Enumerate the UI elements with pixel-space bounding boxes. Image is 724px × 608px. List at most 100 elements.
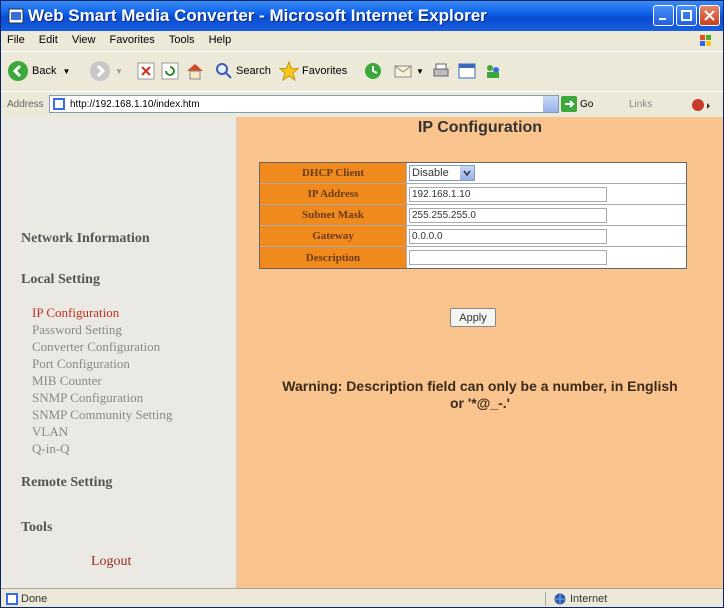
history-button[interactable] — [363, 58, 383, 84]
nav-snmp-configuration[interactable]: SNMP Configuration — [32, 390, 143, 406]
menu-file[interactable]: File — [1, 31, 30, 46]
home-button[interactable] — [185, 58, 205, 84]
nav-mib-counter[interactable]: MIB Counter — [32, 373, 102, 389]
nav-tools[interactable]: Tools — [21, 520, 52, 536]
toolbar-extra-icon[interactable] — [691, 97, 713, 113]
ip-config-table: DHCP Client Disable IP Address Subnet Ma… — [259, 162, 687, 269]
go-button[interactable]: Go — [561, 96, 593, 112]
nav-q-in-q[interactable]: Q-in-Q — [32, 441, 70, 457]
warning-line-1: Warning: Description field can only be a… — [282, 378, 678, 394]
status-bar: Done Internet — [1, 588, 723, 607]
main-panel: IP Configuration DHCP Client Disable IP … — [237, 117, 723, 588]
address-label: Address — [7, 99, 44, 110]
menu-edit[interactable]: Edit — [33, 31, 63, 46]
nav-remote-setting[interactable]: Remote Setting — [21, 475, 112, 491]
star-icon — [279, 61, 299, 81]
toolbar: Back ▼ ▼ Search Favorites ▼ — [1, 51, 723, 92]
go-label: Go — [580, 98, 594, 110]
description-field[interactable] — [409, 250, 607, 265]
ie-app-icon — [8, 8, 24, 24]
window-title: Web Smart Media Converter - Microsoft In… — [28, 6, 487, 25]
subnet-mask-field[interactable] — [409, 207, 607, 223]
apply-button[interactable]: Apply — [450, 308, 496, 327]
chevron-down-icon[interactable] — [460, 166, 474, 180]
browser-window: Web Smart Media Converter - Microsoft In… — [0, 0, 724, 608]
search-label: Search — [236, 65, 271, 77]
print-button[interactable] — [431, 58, 451, 84]
gateway-label: Gateway — [260, 226, 407, 246]
search-button[interactable]: Search — [215, 58, 271, 84]
address-url: http://192.168.1.10/index.htm — [70, 99, 200, 110]
menu-help[interactable]: Help — [203, 31, 237, 46]
search-icon — [216, 63, 232, 79]
left-nav: Network Information Local Setting IP Con… — [1, 117, 237, 588]
stop-button[interactable] — [137, 58, 155, 84]
page-content: Network Information Local Setting IP Con… — [1, 117, 723, 588]
warning-message: Warning: Description field can only be a… — [237, 378, 723, 412]
dhcp-select[interactable]: Disable — [409, 165, 475, 181]
nav-converter-configuration[interactable]: Converter Configuration — [32, 339, 160, 355]
zone-label: Internet — [570, 593, 608, 605]
title-bar: Web Smart Media Converter - Microsoft In… — [1, 1, 723, 31]
globe-icon — [554, 593, 566, 605]
gateway-field[interactable] — [409, 228, 607, 244]
forward-arrow-icon — [90, 61, 110, 81]
back-arrow-icon — [8, 61, 28, 81]
mail-button[interactable]: ▼ — [393, 58, 424, 84]
page-title: IP Configuration — [417, 119, 543, 136]
menu-favorites[interactable]: Favorites — [104, 31, 160, 46]
favorites-label: Favorites — [302, 65, 348, 77]
mail-icon — [394, 65, 412, 78]
messenger-icon — [487, 65, 499, 78]
printer-icon — [433, 63, 449, 77]
dhcp-label: DHCP Client — [260, 163, 407, 183]
address-bar: Address http://192.168.1.10/index.htm Go… — [1, 91, 723, 119]
maximize-button[interactable] — [676, 5, 697, 26]
warning-line-2: or '*@_-.' — [450, 395, 510, 411]
nav-vlan[interactable]: VLAN — [32, 424, 68, 440]
logout-link[interactable]: Logout — [91, 554, 131, 570]
minimize-button[interactable] — [653, 5, 674, 26]
page-icon — [53, 98, 65, 110]
favorites-button[interactable]: Favorites — [279, 58, 347, 84]
messenger-button[interactable] — [483, 58, 503, 84]
dhcp-selected-value: Disable — [412, 167, 449, 179]
subnet-mask-row: Subnet Mask — [260, 205, 686, 226]
description-row: Description — [260, 247, 686, 268]
forward-button[interactable]: ▼ — [89, 58, 123, 84]
description-label: Description — [260, 247, 407, 268]
edit-button[interactable] — [457, 58, 477, 84]
dhcp-row: DHCP Client Disable — [260, 163, 686, 184]
nav-snmp-community-setting[interactable]: SNMP Community Setting — [32, 407, 172, 423]
stop-icon — [137, 62, 155, 80]
links-button[interactable]: Links — [629, 99, 652, 110]
address-dropdown-icon[interactable] — [543, 96, 558, 112]
forward-dropdown-icon: ▼ — [115, 66, 123, 76]
history-icon — [365, 63, 381, 79]
back-button[interactable]: Back ▼ — [7, 58, 70, 84]
ip-address-row: IP Address — [260, 184, 686, 205]
ip-address-field[interactable] — [409, 186, 607, 202]
menu-view[interactable]: View — [66, 31, 101, 46]
menu-bar: File Edit View Favorites Tools Help — [1, 31, 723, 51]
gateway-row: Gateway — [260, 226, 686, 247]
status-text: Done — [21, 593, 48, 605]
nav-port-configuration[interactable]: Port Configuration — [32, 356, 130, 372]
page-status-icon — [6, 593, 18, 605]
nav-local-setting[interactable]: Local Setting — [21, 272, 100, 288]
nav-ip-configuration[interactable]: IP Configuration — [32, 305, 119, 321]
close-button[interactable] — [699, 5, 720, 26]
ip-address-label: IP Address — [260, 184, 407, 204]
back-dropdown-icon: ▼ — [62, 66, 71, 76]
nav-password-setting[interactable]: Password Setting — [32, 322, 122, 338]
windows-logo-icon — [700, 35, 711, 46]
subnet-mask-label: Subnet Mask — [260, 205, 407, 225]
refresh-button[interactable] — [161, 58, 179, 84]
menu-tools[interactable]: Tools — [163, 31, 200, 46]
mail-dropdown-icon: ▼ — [416, 66, 424, 76]
home-icon — [187, 64, 203, 80]
nav-network-information[interactable]: Network Information — [21, 231, 150, 247]
edit-icon — [458, 63, 476, 79]
go-arrow-icon — [561, 96, 577, 112]
address-input[interactable]: http://192.168.1.10/index.htm — [49, 95, 559, 113]
